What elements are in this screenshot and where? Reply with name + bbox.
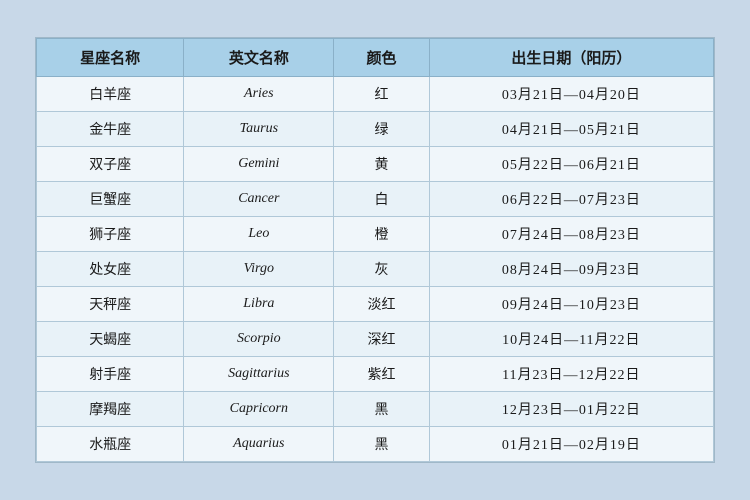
cell-english: Aries <box>184 77 334 112</box>
cell-english: Cancer <box>184 182 334 217</box>
cell-chinese: 金牛座 <box>37 112 184 147</box>
cell-color: 淡红 <box>334 287 429 322</box>
cell-color: 白 <box>334 182 429 217</box>
cell-dates: 09月24日—10月23日 <box>429 287 713 322</box>
cell-chinese: 天秤座 <box>37 287 184 322</box>
table-row: 摩羯座Capricorn黑12月23日—01月22日 <box>37 392 714 427</box>
cell-dates: 12月23日—01月22日 <box>429 392 713 427</box>
cell-dates: 05月22日—06月21日 <box>429 147 713 182</box>
cell-english: Sagittarius <box>184 357 334 392</box>
cell-color: 灰 <box>334 252 429 287</box>
cell-dates: 06月22日—07月23日 <box>429 182 713 217</box>
cell-dates: 11月23日—12月22日 <box>429 357 713 392</box>
cell-english: Taurus <box>184 112 334 147</box>
table-row: 金牛座Taurus绿04月21日—05月21日 <box>37 112 714 147</box>
cell-color: 橙 <box>334 217 429 252</box>
table-row: 狮子座Leo橙07月24日—08月23日 <box>37 217 714 252</box>
cell-chinese: 射手座 <box>37 357 184 392</box>
table-row: 巨蟹座Cancer白06月22日—07月23日 <box>37 182 714 217</box>
col-header-color: 颜色 <box>334 39 429 77</box>
col-header-dates: 出生日期（阳历） <box>429 39 713 77</box>
zodiac-table: 星座名称 英文名称 颜色 出生日期（阳历） 白羊座Aries红03月21日—04… <box>36 38 714 462</box>
cell-chinese: 天蝎座 <box>37 322 184 357</box>
cell-dates: 04月21日—05月21日 <box>429 112 713 147</box>
table-body: 白羊座Aries红03月21日—04月20日金牛座Taurus绿04月21日—0… <box>37 77 714 462</box>
cell-dates: 01月21日—02月19日 <box>429 427 713 462</box>
cell-chinese: 狮子座 <box>37 217 184 252</box>
cell-chinese: 水瓶座 <box>37 427 184 462</box>
cell-dates: 08月24日—09月23日 <box>429 252 713 287</box>
table-row: 双子座Gemini黄05月22日—06月21日 <box>37 147 714 182</box>
cell-color: 黑 <box>334 392 429 427</box>
cell-english: Scorpio <box>184 322 334 357</box>
table-header-row: 星座名称 英文名称 颜色 出生日期（阳历） <box>37 39 714 77</box>
cell-english: Leo <box>184 217 334 252</box>
cell-chinese: 白羊座 <box>37 77 184 112</box>
table-row: 处女座Virgo灰08月24日—09月23日 <box>37 252 714 287</box>
zodiac-table-container: 星座名称 英文名称 颜色 出生日期（阳历） 白羊座Aries红03月21日—04… <box>35 37 715 463</box>
cell-color: 深红 <box>334 322 429 357</box>
cell-color: 红 <box>334 77 429 112</box>
cell-color: 黄 <box>334 147 429 182</box>
cell-color: 紫红 <box>334 357 429 392</box>
table-row: 天蝎座Scorpio深红10月24日—11月22日 <box>37 322 714 357</box>
cell-chinese: 双子座 <box>37 147 184 182</box>
cell-english: Gemini <box>184 147 334 182</box>
table-row: 射手座Sagittarius紫红11月23日—12月22日 <box>37 357 714 392</box>
table-row: 水瓶座Aquarius黑01月21日—02月19日 <box>37 427 714 462</box>
cell-chinese: 摩羯座 <box>37 392 184 427</box>
cell-english: Virgo <box>184 252 334 287</box>
cell-color: 黑 <box>334 427 429 462</box>
cell-dates: 07月24日—08月23日 <box>429 217 713 252</box>
col-header-chinese: 星座名称 <box>37 39 184 77</box>
cell-english: Capricorn <box>184 392 334 427</box>
cell-english: Aquarius <box>184 427 334 462</box>
cell-chinese: 巨蟹座 <box>37 182 184 217</box>
cell-chinese: 处女座 <box>37 252 184 287</box>
table-row: 天秤座Libra淡红09月24日—10月23日 <box>37 287 714 322</box>
cell-dates: 10月24日—11月22日 <box>429 322 713 357</box>
cell-dates: 03月21日—04月20日 <box>429 77 713 112</box>
cell-color: 绿 <box>334 112 429 147</box>
col-header-english: 英文名称 <box>184 39 334 77</box>
cell-english: Libra <box>184 287 334 322</box>
table-row: 白羊座Aries红03月21日—04月20日 <box>37 77 714 112</box>
